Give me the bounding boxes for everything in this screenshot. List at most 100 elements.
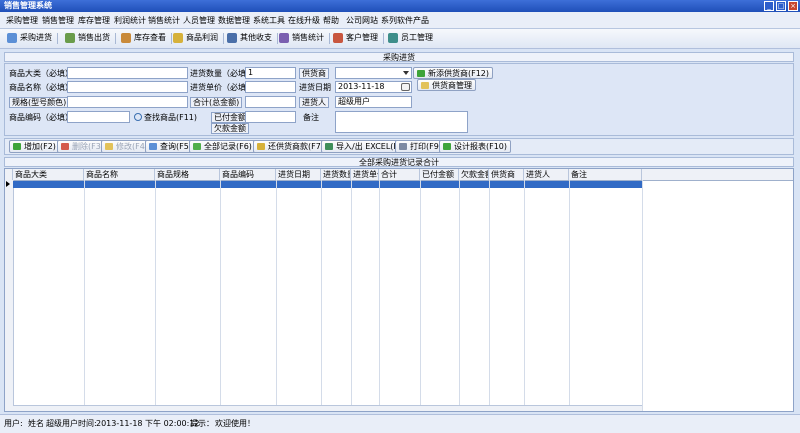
status-user-label: 用户:	[4, 419, 23, 428]
column-header[interactable]: 商品规格	[155, 169, 220, 180]
printer-icon	[399, 143, 407, 150]
table-title: 全部采购进货记录合计	[4, 157, 794, 167]
action-bar: 增加(F2) 删除(F3) 修改(F4) 查询(F5) 全部记录(F6) 还供货…	[4, 138, 794, 155]
product-category-input[interactable]	[67, 67, 188, 79]
column-header[interactable]: 进货单价	[351, 169, 379, 180]
plus-icon	[13, 143, 21, 150]
menu-inventory[interactable]: 库存管理	[78, 15, 110, 26]
owed-button[interactable]: 欠款金额	[211, 123, 249, 134]
purchase-form: 商品大类（必填） 商品名称（必填） 规格(型号颜色) 商品编码（必填） 查找商品…	[4, 63, 794, 136]
excel-icon	[325, 143, 333, 150]
toolbar-customer-button[interactable]: 客户管理	[332, 31, 384, 45]
product-name-input[interactable]	[67, 81, 188, 93]
toolbar-purchase-button[interactable]: 采购进货	[6, 31, 58, 45]
status-hint-label: 提示：	[190, 419, 214, 428]
menu-purchase[interactable]: 采购管理	[6, 15, 38, 26]
remarks-textarea[interactable]	[335, 111, 468, 133]
current-row-arrow-icon	[6, 181, 10, 187]
column-header[interactable]: 欠款金额	[459, 169, 489, 180]
purchaser-button[interactable]: 进货人	[299, 97, 329, 108]
toolbar-staff-button[interactable]: 员工管理	[387, 31, 433, 45]
menu-data[interactable]: 数据管理	[218, 15, 250, 26]
pencil-icon	[105, 143, 113, 150]
menu-sales-stats[interactable]: 销售统计	[148, 15, 180, 26]
column-header[interactable]: 备注	[569, 169, 642, 180]
column-header[interactable]: 商品名称	[84, 169, 155, 180]
column-header[interactable]: 合计	[379, 169, 420, 180]
column-header[interactable]: 供货商	[489, 169, 524, 180]
menu-website[interactable]: 公司网站	[346, 15, 378, 26]
chart-icon	[279, 33, 289, 43]
search-icon	[149, 143, 157, 150]
menu-help[interactable]: 帮助	[323, 15, 339, 26]
minus-icon	[61, 143, 69, 150]
column-header[interactable]: 进货日期	[276, 169, 321, 180]
menu-tools[interactable]: 系统工具	[253, 15, 285, 26]
quantity-input[interactable]: 1	[245, 67, 296, 79]
calendar-icon[interactable]	[401, 83, 410, 91]
user-icon	[388, 33, 398, 43]
paid-button[interactable]: 已付金额	[211, 112, 249, 123]
table-row-selected[interactable]	[13, 181, 642, 188]
people-icon	[333, 33, 343, 43]
add-button[interactable]: 增加(F2)	[9, 140, 60, 153]
all-records-button[interactable]: 全部记录(F6)	[189, 140, 256, 153]
check-icon	[443, 143, 451, 150]
column-header[interactable]: 进货人	[524, 169, 569, 180]
supplier-select[interactable]	[335, 67, 412, 79]
window-title: 销售管理系统	[4, 1, 52, 10]
chevron-down-icon	[403, 71, 409, 75]
row-indicator-column	[5, 180, 14, 411]
purchase-records-table[interactable]: 商品大类 商品名称 商品规格 商品编码 进货日期 进货数量 进货单价 合计 已付…	[4, 168, 794, 412]
column-header[interactable]: 商品编码	[220, 169, 276, 180]
purchaser-select[interactable]: 超级用户	[335, 96, 412, 108]
toolbar-profit-button[interactable]: 商品利润	[172, 31, 224, 45]
toolbar-stats-button[interactable]: 销售统计	[278, 31, 330, 45]
section-title: 采购进货	[4, 52, 794, 62]
check-icon	[193, 143, 201, 150]
menu-update[interactable]: 在线升级	[288, 15, 320, 26]
paid-input[interactable]	[245, 111, 296, 123]
toolbar-income-button[interactable]: 其他收支	[226, 31, 278, 45]
supplier-button[interactable]: 供货商	[299, 68, 329, 79]
unit-price-input[interactable]	[245, 81, 296, 93]
plus-icon	[417, 70, 425, 77]
total-button[interactable]: 合计(总金额)	[190, 97, 243, 108]
add-supplier-button[interactable]: 新添供货商(F12)	[413, 67, 494, 79]
repay-supplier-button[interactable]: 还供货商款(F7)	[253, 140, 328, 153]
remarks-label: 备注	[303, 113, 319, 122]
product-name-label: 商品名称（必填）	[9, 83, 73, 92]
menu-profit[interactable]: 利润统计	[114, 15, 146, 26]
design-report-button[interactable]: 设计报表(F10)	[439, 140, 512, 153]
menu-products[interactable]: 系列软件产品	[381, 15, 429, 26]
menu-sales[interactable]: 销售管理	[42, 15, 74, 26]
table-header: 商品大类 商品名称 商品规格 商品编码 进货日期 进货数量 进货单价 合计 已付…	[5, 169, 793, 181]
product-category-label: 商品大类（必填）	[9, 69, 73, 78]
menu-staff[interactable]: 人员管理	[183, 15, 215, 26]
box-icon	[121, 33, 131, 43]
column-header[interactable]: 进货数量	[321, 169, 351, 180]
spec-button[interactable]: 规格(型号颜色)	[9, 97, 70, 108]
minimize-button[interactable]: _	[764, 1, 774, 11]
toolbar-inventory-button[interactable]: 库存查看	[120, 31, 172, 45]
maximize-button[interactable]: □	[776, 1, 786, 11]
close-button[interactable]: ×	[788, 1, 798, 11]
column-header[interactable]: 商品大类	[13, 169, 84, 180]
find-product-button[interactable]: 查找商品(F11)	[133, 112, 197, 123]
status-bar: 用户: 姓名 超级用户 时间: 2013-11-18 下午 02:00:12 提…	[0, 414, 800, 433]
column-header[interactable]: 已付金额	[420, 169, 459, 180]
book-icon	[227, 33, 237, 43]
spec-input[interactable]	[67, 96, 188, 108]
status-hint-value: 欢迎使用！	[215, 419, 255, 428]
status-time-value: 2013-11-18 下午 02:00:12	[96, 419, 200, 428]
product-code-label: 商品编码（必填）	[9, 113, 73, 122]
total-input[interactable]	[245, 96, 296, 108]
status-name-value: 超级用户	[46, 419, 78, 428]
supplier-management-button[interactable]: 供货商管理	[417, 79, 476, 91]
product-code-input[interactable]	[67, 111, 130, 123]
toolbar-sales-button[interactable]: 销售出货	[64, 31, 116, 45]
status-time-label: 时间:	[78, 419, 97, 428]
coin-icon	[257, 143, 265, 150]
toolbar: 采购进货 销售出货 库存查看 商品利润 其他收支 销售统计 客户管理 员工管理	[0, 29, 800, 49]
table-summary-row	[13, 405, 642, 411]
